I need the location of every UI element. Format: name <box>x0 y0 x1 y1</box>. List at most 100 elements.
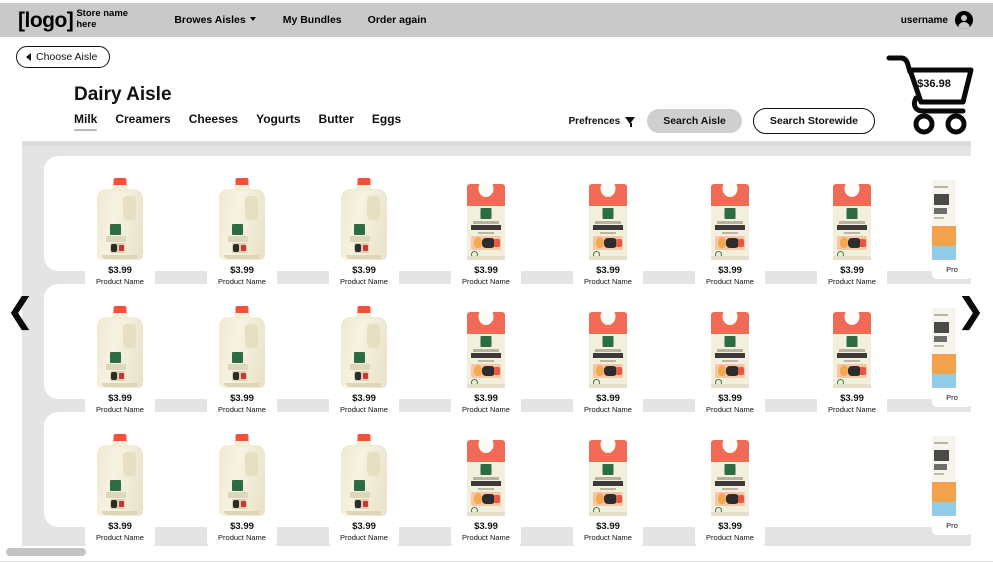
tab-butter[interactable]: Butter <box>319 112 354 131</box>
store-name-text: Store name here <box>76 8 129 30</box>
product-card[interactable]: $3.99 Product Name <box>70 292 170 419</box>
search-aisle-button[interactable]: Search Aisle <box>647 109 742 133</box>
product-card[interactable]: $3.99 Product Name <box>436 164 536 291</box>
product-label: $3.99 Product Name <box>85 518 155 546</box>
product-card[interactable]: $3.99 Product Name <box>558 292 658 419</box>
product-image <box>314 164 414 260</box>
tab-eggs[interactable]: Eggs <box>372 112 401 131</box>
product-image <box>436 164 536 260</box>
horizontal-scrollbar[interactable] <box>0 548 993 556</box>
heavy-cream-carton-icon <box>467 178 505 260</box>
product-price: $3.99 <box>596 521 620 532</box>
product-card[interactable]: $3.99 Product Name <box>70 420 170 546</box>
product-price: $3.99 <box>718 393 742 404</box>
product-label: $3.99 Product Name <box>329 518 399 546</box>
product-card[interactable]: $3.99 Product Name <box>314 164 414 291</box>
product-card[interactable]: $3.99 Product Name <box>314 292 414 419</box>
product-image <box>932 164 971 260</box>
product-card[interactable]: $3.99 Product Name <box>680 164 780 291</box>
logo-placeholder: [logo] <box>18 8 74 32</box>
product-name: Product Name <box>340 532 388 542</box>
product-card[interactable]: $3.99 Product Name <box>558 164 658 291</box>
product-price: $3.99 <box>596 393 620 404</box>
juice-carton-icon <box>932 304 956 388</box>
nav-item-order-again[interactable]: Order again <box>368 14 427 26</box>
product-name: Product Name <box>706 532 754 542</box>
milk-jug-icon <box>341 306 387 388</box>
product-label: $3.99 Product Name <box>573 518 643 546</box>
preferences-label: Prefrences <box>568 115 621 127</box>
product-card[interactable]: $3.99 Product Name <box>436 292 536 419</box>
product-card[interactable]: $3.99 Product Name <box>314 420 414 546</box>
product-price: $3.99 <box>108 521 132 532</box>
tab-yogurts[interactable]: Yogurts <box>256 112 300 131</box>
nav-item-browse-aisles[interactable]: Browes Aisles <box>174 14 256 26</box>
product-price: $3.99 <box>352 265 376 276</box>
product-card[interactable]: $3.99 Product Name <box>558 420 658 546</box>
preferences-button[interactable]: Prefrences <box>569 116 637 127</box>
heavy-cream-carton-icon <box>589 434 627 516</box>
tab-milk[interactable]: Milk <box>74 112 98 131</box>
product-name: Product Name <box>96 532 144 542</box>
product-image <box>192 292 292 388</box>
product-row: $3.99 Product Name $3.99 Product Name $3… <box>44 412 971 546</box>
product-card[interactable]: $3.99 Product Name <box>802 164 902 291</box>
nav-item-my-bundles[interactable]: My Bundles <box>283 14 342 26</box>
juice-carton-icon <box>932 176 956 260</box>
product-card[interactable]: $3.99 Product Name <box>680 292 780 419</box>
product-card[interactable]: $3.99 Product Name <box>70 164 170 291</box>
cart-button[interactable]: $36.98 <box>883 50 975 136</box>
chevron-down-icon <box>249 16 257 24</box>
product-name: Pro <box>946 265 958 274</box>
product-name: Product Name <box>218 532 266 542</box>
product-label: $3.99 Product Name <box>695 518 765 546</box>
product-price: $3.99 <box>474 393 498 404</box>
product-image <box>680 164 780 260</box>
carousel-prev-button[interactable]: ❮ <box>6 294 35 328</box>
product-card[interactable]: $3.99 Product Name <box>192 164 292 291</box>
product-carousel: $3.99 Product Name $3.99 Product Name $3… <box>22 146 971 546</box>
tab-creamers[interactable]: Creamers <box>115 112 170 131</box>
product-card-partial[interactable]: Pro <box>932 420 971 535</box>
product-price: $3.99 <box>230 521 254 532</box>
milk-jug-icon <box>97 306 143 388</box>
horizontal-scrollbar-thumb[interactable] <box>6 548 86 556</box>
product-price: $3.99 <box>718 265 742 276</box>
product-card-partial[interactable]: Pro <box>932 164 971 279</box>
product-image <box>314 420 414 516</box>
product-image <box>192 420 292 516</box>
heavy-cream-carton-icon <box>833 178 871 260</box>
product-card[interactable]: $3.99 Product Name <box>192 292 292 419</box>
brand-logo-block[interactable]: [logo] Store name here <box>18 8 132 32</box>
product-price: $3.99 <box>230 265 254 276</box>
product-image <box>802 164 902 260</box>
product-card[interactable]: $3.99 Product Name <box>680 420 780 546</box>
cart-total-amount: $36.98 <box>917 78 951 90</box>
product-card[interactable]: $3.99 Product Name <box>192 420 292 546</box>
page-title: Dairy Aisle <box>74 84 172 105</box>
product-price: $3.99 <box>718 521 742 532</box>
carousel-next-button[interactable]: ❯ <box>957 294 986 328</box>
product-image <box>558 292 658 388</box>
search-storewide-button[interactable]: Search Storewide <box>752 108 875 134</box>
heavy-cream-carton-icon <box>711 306 749 388</box>
product-card[interactable]: $3.99 Product Name <box>436 420 536 546</box>
milk-jug-icon <box>219 178 265 260</box>
tab-cheeses[interactable]: Cheeses <box>189 112 238 131</box>
product-label: Pro <box>932 390 971 407</box>
product-name: Pro <box>946 521 958 530</box>
app-root: [logo] Store name here Browes Aisles My … <box>0 0 993 562</box>
milk-jug-icon <box>219 434 265 516</box>
product-price: $3.99 <box>474 265 498 276</box>
product-label: $3.99 Product Name <box>207 518 277 546</box>
product-image <box>436 420 536 516</box>
milk-jug-icon <box>341 434 387 516</box>
user-account-menu[interactable]: username <box>901 11 973 29</box>
juice-carton-icon <box>932 432 956 516</box>
choose-aisle-button[interactable]: Choose Aisle <box>16 46 111 68</box>
heavy-cream-carton-icon <box>589 178 627 260</box>
heavy-cream-carton-icon <box>711 178 749 260</box>
heavy-cream-carton-icon <box>467 434 505 516</box>
product-image <box>558 164 658 260</box>
product-card[interactable]: $3.99 Product Name <box>802 292 902 419</box>
